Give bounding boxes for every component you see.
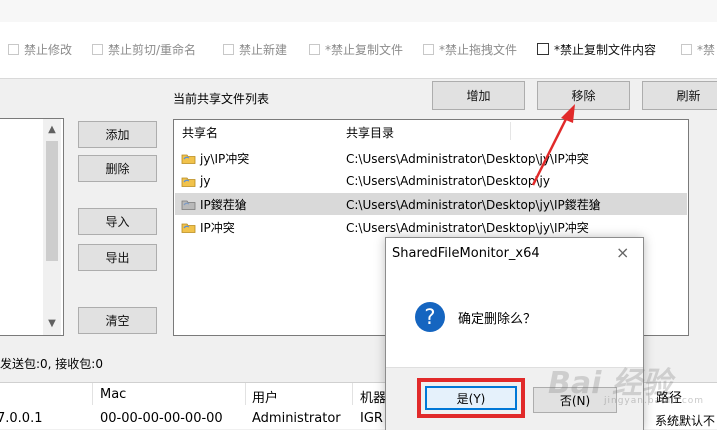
shared-folder-icon — [181, 154, 196, 164]
checkbox[interactable] — [423, 43, 434, 55]
no-button[interactable]: 否(N) — [533, 387, 617, 413]
checkbox[interactable] — [309, 43, 320, 55]
scroll-down-icon[interactable]: ▼ — [43, 315, 61, 332]
option-label: *禁止拖拽文件 — [439, 42, 518, 57]
checkbox[interactable] — [8, 43, 19, 55]
column-header-path[interactable]: 路径 — [656, 387, 682, 406]
svg-text:?: ? — [424, 305, 435, 329]
column-divider — [648, 383, 649, 405]
column-header-mac[interactable]: Mac — [100, 387, 126, 402]
column-divider — [510, 122, 511, 140]
highlight-box: 是(Y) — [417, 378, 525, 418]
window-top-strip — [0, 0, 717, 23]
share-name: jy — [200, 174, 211, 188]
option-label: *禁止复制文件 — [325, 42, 404, 57]
option-label: 禁止新建 — [239, 42, 288, 57]
shared-folder-icon — [181, 177, 196, 187]
column-header-share-dir[interactable]: 共享目录 — [346, 124, 394, 141]
option-no-cut-rename[interactable]: 禁止剪切/重命名 — [92, 41, 196, 57]
scroll-thumb[interactable] — [46, 141, 58, 261]
add-button[interactable]: 添加 — [78, 121, 157, 148]
column-header-user[interactable]: 用户 — [252, 387, 278, 406]
cell-ip: 7.0.0.1 — [0, 411, 43, 426]
share-path: C:\Users\Administrator\Desktop\jy — [346, 174, 550, 188]
scroll-up-icon[interactable]: ▲ — [43, 121, 61, 138]
option-label: 禁止剪切/重命名 — [108, 42, 197, 57]
question-icon: ? — [415, 302, 445, 332]
column-divider — [245, 383, 246, 405]
cell-mac: 00-00-00-00-00-00 — [100, 411, 223, 426]
close-icon[interactable]: × — [616, 243, 629, 262]
confirm-dialog: SharedFileMonitor_x64 × ? 确定删除么？ 是(Y) 否(… — [385, 237, 644, 430]
dialog-title: SharedFileMonitor_x64 — [392, 246, 540, 261]
yes-button[interactable]: 是(Y) — [425, 386, 517, 410]
checkbox[interactable] — [537, 43, 549, 55]
option-label: *禁止复制文件内容 — [554, 42, 657, 57]
list-item[interactable]: jy C:\Users\Administrator\Desktop\jy — [175, 171, 687, 193]
status-text: 发送包:0, 接收包:0 — [0, 357, 103, 371]
column-header-share-name[interactable]: 共享名 — [182, 124, 218, 141]
share-path: C:\Users\Administrator\Desktop\jy\IP鍐茬獊 — [346, 198, 601, 212]
options-bar: 禁止修改 禁止剪切/重命名 禁止新建 *禁止复制文件 *禁止拖拽文件 *禁止复制… — [0, 22, 717, 79]
share-name: jy\IP冲突 — [200, 152, 250, 166]
list-item-selected[interactable]: IP鍐茬獊 C:\Users\Administrator\Desktop\jy\… — [175, 193, 687, 215]
import-button[interactable]: 导入 — [78, 208, 157, 235]
delete-button[interactable]: 删除 — [78, 155, 157, 182]
option-truncated[interactable]: *禁 — [681, 41, 715, 57]
share-list-label: 当前共享文件列表 — [173, 92, 270, 106]
checkbox[interactable] — [223, 43, 234, 55]
column-divider — [92, 383, 93, 405]
column-header-machine[interactable]: 机器 — [360, 387, 386, 406]
option-no-create[interactable]: 禁止新建 — [223, 41, 287, 57]
share-name: IP鍐茬獊 — [200, 198, 247, 212]
cell-machine: IGR — [360, 411, 383, 426]
add-share-button[interactable]: 增加 — [432, 81, 525, 110]
option-label: 禁止修改 — [24, 42, 73, 57]
option-no-copy-file[interactable]: *禁止复制文件 — [309, 41, 403, 57]
checkbox[interactable] — [681, 43, 692, 55]
share-path: C:\Users\Administrator\Desktop\jy\IP冲突 — [346, 221, 589, 235]
remove-share-button[interactable]: 移除 — [537, 81, 630, 110]
option-no-copy-content[interactable]: *禁止复制文件内容 — [537, 41, 656, 57]
option-no-drag-file[interactable]: *禁止拖拽文件 — [423, 41, 517, 57]
option-no-modify[interactable]: 禁止修改 — [8, 41, 72, 57]
dialog-footer: 是(Y) 否(N) — [386, 367, 643, 430]
share-path: C:\Users\Administrator\Desktop\jy\IP冲突 — [346, 152, 589, 166]
list-item[interactable]: jy\IP冲突 C:\Users\Administrator\Desktop\j… — [175, 147, 687, 169]
cell-path: 系统默认不 — [655, 414, 716, 428]
share-name: IP冲突 — [200, 221, 235, 235]
clear-button[interactable]: 清空 — [78, 307, 157, 334]
list-item[interactable]: IP冲突 C:\Users\Administrator\Desktop\jy\I… — [175, 216, 687, 238]
vertical-scrollbar[interactable]: ▲ ▼ — [43, 119, 61, 335]
left-list[interactable]: ▲ ▼ — [0, 118, 64, 336]
refresh-button[interactable]: 刷新 — [642, 81, 717, 110]
option-label: *禁 — [697, 42, 716, 57]
column-divider — [352, 383, 353, 405]
checkbox[interactable] — [92, 43, 103, 55]
shared-folder-icon — [181, 223, 196, 233]
shared-folder-icon — [181, 200, 196, 210]
dialog-message: 确定删除么？ — [458, 312, 537, 327]
export-button[interactable]: 导出 — [78, 244, 157, 271]
cell-user: Administrator — [252, 411, 341, 426]
